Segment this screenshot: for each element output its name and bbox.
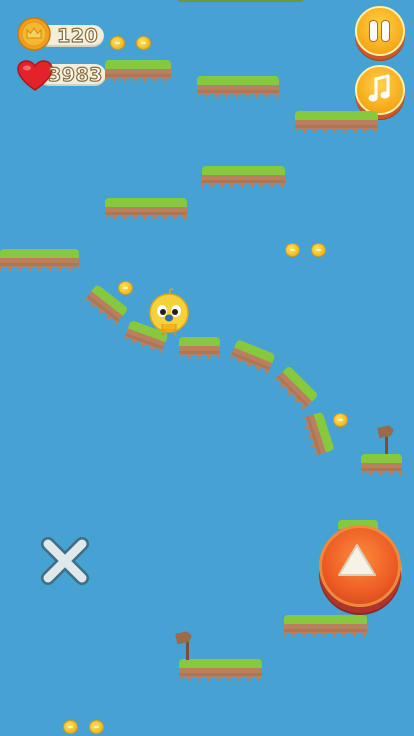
coin [334, 414, 347, 426]
platform [361, 454, 402, 476]
pause-icon-bar [382, 21, 389, 41]
up-arrow-icon [338, 544, 376, 576]
coin [137, 37, 150, 49]
sign-arrow-icon [377, 424, 395, 438]
platform [284, 615, 367, 637]
pause-icon [370, 21, 377, 41]
coin [111, 37, 124, 49]
jump-button[interactable] [319, 525, 401, 607]
lives-count: 3983 [47, 63, 103, 86]
platform-tilted [273, 365, 319, 411]
platform [105, 60, 171, 82]
platform [179, 659, 262, 681]
pause-button[interactable] [355, 6, 405, 56]
platform-tilted [301, 411, 335, 457]
platform-tilted [229, 339, 276, 375]
coin-count: 120 [56, 24, 99, 47]
platform [105, 198, 187, 220]
sign-arrow-icon [175, 630, 193, 644]
coin [90, 721, 103, 733]
coin [64, 721, 77, 733]
close-icon [41, 537, 89, 585]
platform [295, 111, 378, 133]
coin [119, 282, 132, 294]
platform [179, 337, 220, 359]
platform [0, 249, 79, 271]
player-character [148, 287, 190, 336]
platform [202, 166, 285, 188]
crown-coin-icon [17, 17, 51, 51]
platform [197, 76, 279, 98]
coin [286, 244, 299, 256]
close-button[interactable] [40, 536, 90, 586]
music-button[interactable] [355, 65, 405, 115]
music-note-icon [368, 74, 390, 102]
top-edge-platform [178, 0, 303, 2]
coin [312, 244, 325, 256]
